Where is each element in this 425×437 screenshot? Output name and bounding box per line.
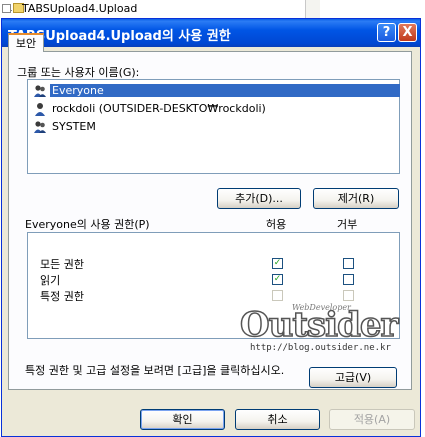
tree-item-label[interactable]: TABSUpload4.Upload (22, 2, 137, 15)
background-scrollbar[interactable] (305, 0, 320, 20)
ok-button[interactable]: 확인 (140, 409, 225, 430)
permissions-label: Everyone의 사용 권한(P) (25, 218, 150, 231)
permission-row-special: 특정 권한 (28, 287, 399, 304)
permission-name: 특정 권한 (40, 290, 84, 303)
watermark-url: http://blog.outsider.ne.kr (250, 343, 391, 353)
user-name: Everyone (50, 84, 400, 97)
deny-checkbox[interactable] (343, 258, 354, 269)
user-row-everyone[interactable]: Everyone (31, 83, 400, 99)
tree-expander[interactable] (2, 4, 11, 13)
tab-security[interactable]: 보안 (8, 33, 44, 52)
remove-button[interactable]: 제거(R) (313, 188, 399, 209)
permission-row-read: 읽기 ✓ (28, 271, 399, 288)
users-label: 그룹 또는 사용자 이름(G): (17, 66, 140, 79)
group-icon (34, 121, 46, 133)
background-tree: TABSUpload4.Upload (0, 0, 425, 20)
permission-name: 읽기 (40, 274, 61, 287)
allow-checkbox[interactable]: ✓ (272, 274, 283, 285)
title-bar[interactable]: TABSUpload4.Upload의 사용 권한 ? X (2, 19, 420, 47)
permission-name: 모든 권한 (40, 258, 84, 271)
advanced-button[interactable]: 고급(V) (309, 367, 397, 388)
user-row-system[interactable]: SYSTEM (31, 119, 399, 135)
advanced-hint-text: 특정 권한 및 고급 설정을 보려면 [고급]을 클릭하십시오. (25, 364, 285, 377)
help-button[interactable]: ? (377, 23, 396, 42)
watermark-tagline: WebDeveloper (292, 303, 351, 312)
apply-button[interactable]: 적용(A) (329, 409, 415, 430)
user-icon (35, 103, 45, 116)
deny-checkbox[interactable] (343, 274, 354, 285)
cancel-button[interactable]: 취소 (235, 409, 320, 430)
allow-checkbox[interactable] (272, 290, 283, 301)
user-row-rockdoli[interactable]: rockdoli (OUTSIDER-DESKTO₩rockdoli) (31, 101, 399, 117)
allow-column-header: 허용 (266, 218, 287, 231)
users-list[interactable]: Everyone rockdoli (OUTSIDER-DESKTO₩rockd… (27, 79, 400, 174)
allow-checkbox[interactable]: ✓ (272, 258, 283, 269)
user-name: SYSTEM (52, 120, 96, 133)
close-button[interactable]: X (398, 23, 417, 42)
deny-column-header: 거부 (337, 218, 358, 231)
user-name: rockdoli (OUTSIDER-DESKTO₩rockdoli) (52, 102, 266, 115)
add-button[interactable]: 추가(D)... (217, 188, 301, 209)
watermark: Outsider WebDeveloper http://blog.outsid… (239, 303, 415, 365)
group-icon (34, 85, 46, 97)
deny-checkbox[interactable] (343, 290, 354, 301)
permission-row-full-control: 모든 권한 ✓ (28, 255, 399, 272)
